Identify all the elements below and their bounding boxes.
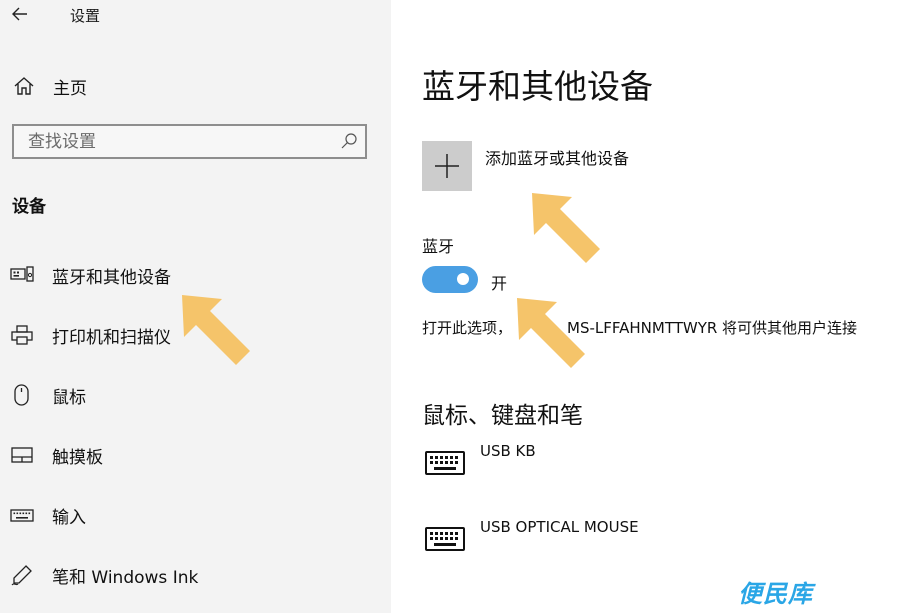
sidebar-item-pen[interactable]: 笔和 Windows Ink (0, 555, 391, 595)
sidebar-item-label: 输入 (52, 508, 86, 528)
keyboard-icon (425, 450, 465, 478)
bluetooth-heading: 蓝牙 (422, 237, 455, 256)
sidebar-item-mouse[interactable]: 鼠标 (0, 375, 391, 415)
search-icon[interactable] (339, 131, 359, 151)
back-button[interactable] (8, 2, 34, 26)
main-content: 蓝牙和其他设备 添加蓝牙或其他设备 蓝牙 开 打开此选项， MS-LFFAHNM… (391, 0, 919, 613)
sidebar-item-label: 鼠标 (52, 388, 86, 408)
home-icon (12, 74, 36, 98)
sidebar-item-label: 触摸板 (52, 448, 103, 468)
section-heading: 设备 (12, 197, 46, 217)
search-box[interactable] (12, 124, 367, 159)
toggle-knob (457, 273, 469, 285)
plus-icon (435, 154, 459, 178)
watermark: 便民库 (738, 580, 813, 608)
bluetooth-toggle[interactable] (422, 266, 478, 293)
sidebar-item-label: 打印机和扫描仪 (52, 328, 171, 348)
annotation-arrow-icon (182, 295, 250, 365)
sidebar-item-label: 笔和 Windows Ink (52, 568, 199, 588)
device-item[interactable]: USB KB (422, 442, 902, 492)
annotation-arrow-icon (517, 298, 585, 368)
discoverable-device-text: MS-LFFAHNMTTWYR 将可供其他用户连接 (567, 319, 858, 337)
device-name: USB OPTICAL MOUSE (480, 518, 639, 536)
sidebar-item-home[interactable]: 主页 (0, 68, 391, 104)
annotation-arrow-icon (532, 193, 600, 263)
group-heading: 鼠标、键盘和笔 (422, 403, 583, 429)
device-name: USB KB (480, 442, 536, 460)
mouse-icon (10, 383, 34, 407)
bluetooth-devices-icon (10, 263, 34, 287)
title-bar: 设置 (0, 0, 391, 32)
discoverable-text: 打开此选项， (422, 319, 513, 337)
keyboard-icon (425, 526, 465, 554)
window-title: 设置 (70, 7, 101, 25)
sidebar-item-touchpad[interactable]: 触摸板 (0, 435, 391, 475)
sidebar-item-typing[interactable]: 输入 (0, 495, 391, 535)
sidebar-item-label: 蓝牙和其他设备 (52, 268, 171, 288)
page-title: 蓝牙和其他设备 (422, 67, 653, 106)
touchpad-icon (10, 443, 34, 467)
search-input[interactable] (14, 126, 338, 157)
add-tile[interactable] (422, 141, 472, 191)
back-arrow-icon (12, 7, 27, 21)
pen-icon (10, 563, 34, 587)
printer-icon (10, 323, 34, 347)
add-device-label: 添加蓝牙或其他设备 (485, 149, 630, 168)
sidebar-item-label: 主页 (53, 79, 87, 99)
device-item[interactable]: USB OPTICAL MOUSE (422, 518, 902, 568)
toggle-track (422, 266, 478, 293)
keyboard-icon (10, 503, 34, 527)
